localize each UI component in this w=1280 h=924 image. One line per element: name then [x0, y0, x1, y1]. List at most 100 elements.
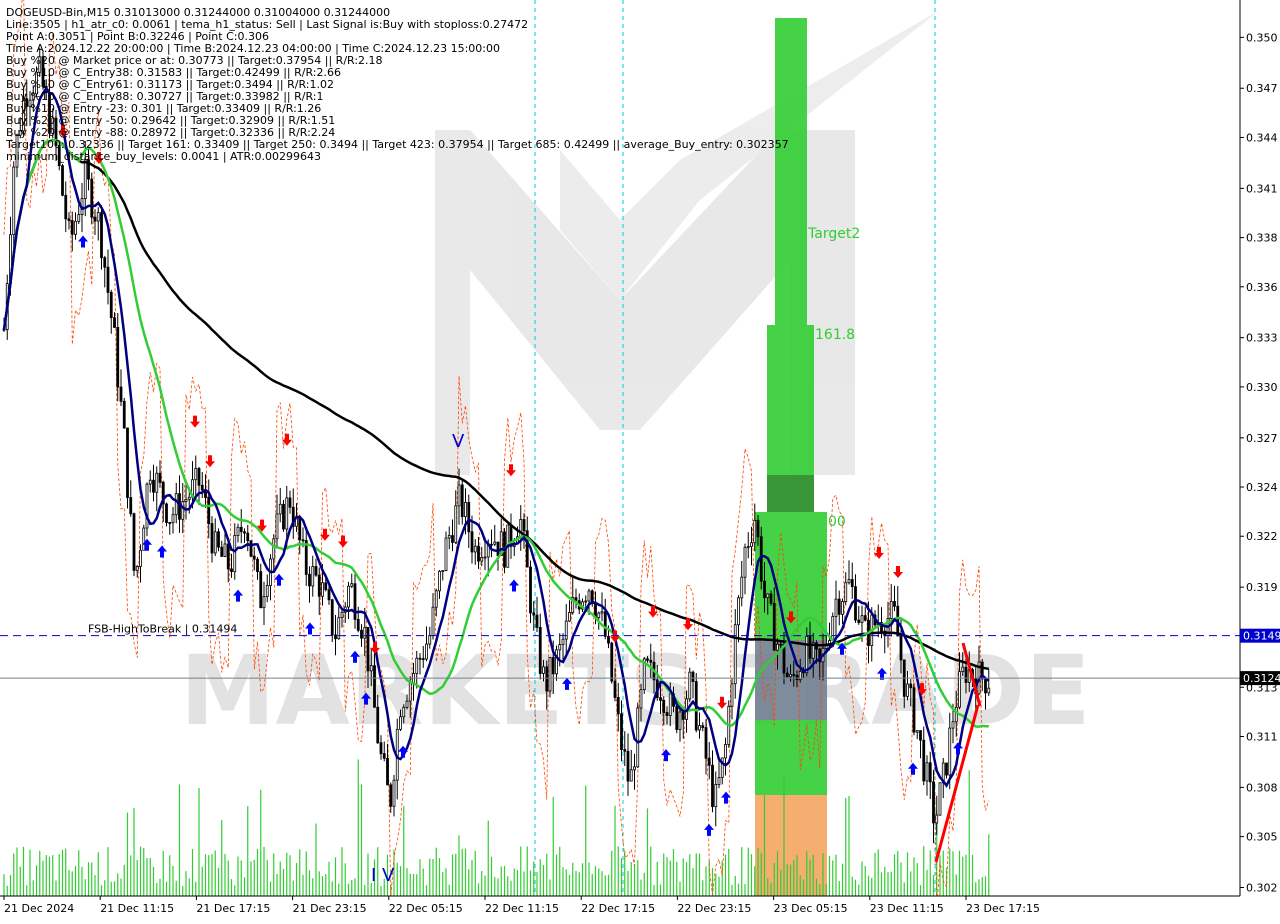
- target-bar: [767, 325, 814, 475]
- candle-body: [714, 784, 718, 808]
- fib-161-label: 161.8: [815, 327, 855, 343]
- price-tick-label: 0.305: [1246, 831, 1278, 844]
- current-price-tag-text: 0.3124: [1243, 672, 1280, 685]
- candle-body: [681, 711, 685, 720]
- candle-body: [542, 666, 545, 674]
- candle-body: [402, 706, 406, 718]
- candle-body: [909, 683, 913, 689]
- candle-body: [197, 468, 201, 486]
- time-tick-label: 23 Dec 11:15: [870, 902, 944, 915]
- candle-body: [187, 496, 191, 500]
- candle-body: [330, 599, 334, 636]
- candle-body: [74, 220, 77, 235]
- candle-body: [613, 680, 617, 698]
- candle-body: [109, 291, 113, 319]
- candle-body: [467, 502, 471, 533]
- candle-body: [558, 644, 562, 651]
- price-tick-label: 0.327: [1246, 432, 1278, 445]
- candle-body: [928, 762, 932, 783]
- candle-body: [360, 629, 363, 639]
- candle-body: [763, 580, 766, 599]
- candle-body: [750, 542, 753, 547]
- watermark-text: MARKETS TRADE: [180, 635, 1091, 747]
- time-tick-label: 22 Dec 05:15: [389, 902, 463, 915]
- candle-body: [945, 762, 948, 776]
- candle-body: [841, 601, 844, 615]
- candle-body: [561, 638, 565, 645]
- candle-body: [837, 598, 841, 615]
- candle-body: [932, 781, 935, 824]
- trading-chart[interactable]: MARKETS TRADE FSB-HighToBreak | 0.31494 …: [0, 0, 1280, 920]
- candle-body: [795, 675, 799, 681]
- candle-body: [418, 657, 422, 660]
- candle-body: [431, 606, 435, 636]
- price-tick-label: 0.336: [1246, 281, 1278, 294]
- candle-body: [408, 682, 412, 702]
- candle-body: [860, 615, 864, 623]
- candle-body: [717, 776, 721, 785]
- price-tick-label: 0.350: [1246, 31, 1278, 44]
- candle-body: [792, 674, 796, 676]
- candle-body: [226, 543, 230, 570]
- candle-body: [106, 266, 110, 293]
- candle-body: [831, 616, 835, 641]
- candle-body: [584, 600, 588, 603]
- time-tick-label: 22 Dec 17:15: [581, 902, 655, 915]
- candle-body: [529, 566, 532, 614]
- candle-body: [129, 497, 133, 515]
- candle-body: [96, 212, 100, 222]
- price-tick-label: 0.338: [1246, 232, 1278, 245]
- price-tick-label: 0.322: [1246, 530, 1278, 543]
- candle-body: [119, 386, 123, 402]
- candle-body: [444, 537, 448, 572]
- candle-body: [824, 645, 828, 649]
- candle-body: [737, 597, 740, 626]
- candle-body: [899, 635, 903, 661]
- price-tick-label: 0.347: [1246, 82, 1278, 95]
- candle-body: [984, 678, 987, 694]
- fsb-price-tag-text: 0.3149: [1243, 630, 1280, 643]
- time-tick-label: 22 Dec 11:15: [485, 902, 559, 915]
- candle-body: [369, 665, 373, 672]
- candle-body: [317, 574, 321, 597]
- candle-body: [626, 750, 630, 782]
- candle-body: [392, 779, 396, 807]
- candle-body: [857, 619, 861, 623]
- candle-body: [428, 634, 432, 645]
- candle-body: [545, 666, 549, 692]
- candle-body: [610, 642, 614, 682]
- candle-body: [607, 635, 610, 644]
- candle-body: [353, 583, 357, 620]
- target2-label: Target2: [807, 226, 860, 242]
- price-tick-label: 0.344: [1246, 131, 1278, 144]
- target-100-label: 00: [828, 514, 846, 530]
- fsb-price-tag: 0.3149: [1240, 628, 1280, 643]
- candle-body: [233, 535, 237, 573]
- candle-body: [311, 566, 315, 587]
- candle-body: [756, 519, 760, 538]
- candle-body: [174, 493, 178, 516]
- price-tick-label: 0.324: [1246, 481, 1278, 494]
- candle-body: [434, 590, 438, 608]
- chart-canvas[interactable]: MARKETS TRADE FSB-HighToBreak | 0.31494 …: [0, 0, 1280, 920]
- candle-body: [223, 543, 227, 557]
- candle-body: [850, 579, 854, 587]
- candle-body: [535, 614, 539, 628]
- candle-body: [769, 593, 773, 604]
- candle-body: [906, 683, 909, 697]
- candle-body: [61, 165, 64, 196]
- time-tick-label: 21 Dec 23:15: [293, 902, 367, 915]
- candle-body: [272, 538, 276, 560]
- candle-body: [171, 514, 175, 523]
- candle-body: [389, 784, 393, 807]
- price-tick-label: 0.319: [1246, 581, 1278, 594]
- candle-body: [603, 611, 607, 637]
- candle-body: [620, 713, 623, 750]
- candle-body: [733, 624, 737, 685]
- target-bar: [775, 18, 807, 325]
- candle-body: [740, 576, 744, 599]
- candle-body: [220, 546, 224, 557]
- candle-body: [961, 666, 965, 673]
- candle-body: [12, 166, 16, 236]
- candle-body: [301, 539, 305, 542]
